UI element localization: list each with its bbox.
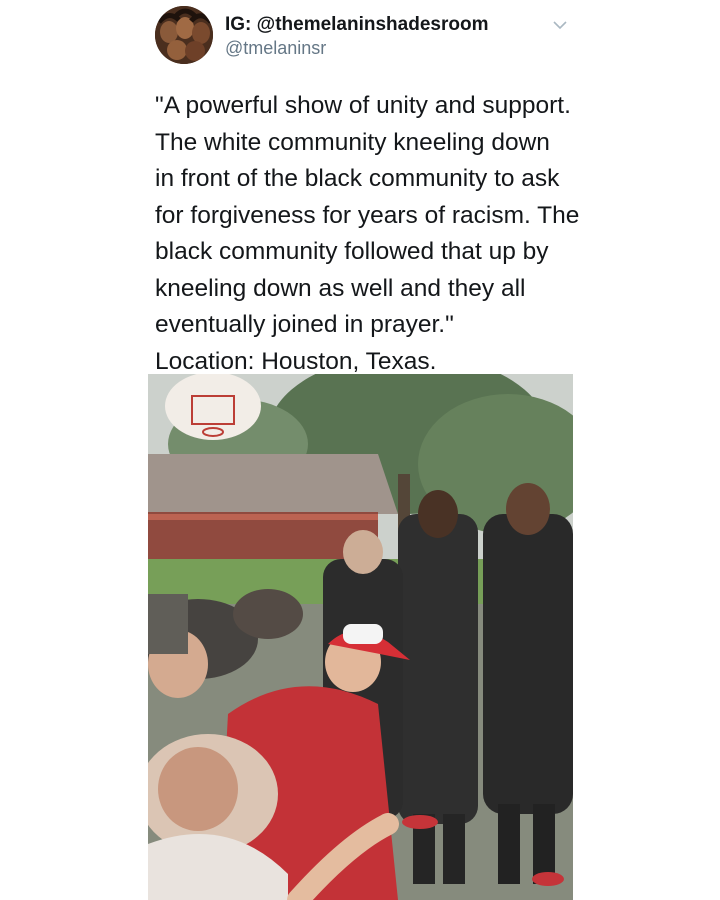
display-name[interactable]: IG: @themelaninshadesroom (225, 14, 488, 36)
tweet-header: IG: @themelaninshadesroom @tmelaninsr (155, 6, 575, 66)
tweet-card: IG: @themelaninshadesroom @tmelaninsr "A… (0, 0, 720, 900)
user-handle[interactable]: @tmelaninsr (225, 36, 488, 60)
avatar[interactable] (155, 6, 213, 64)
tweet-media-photo[interactable] (148, 374, 573, 900)
tweet-text-line: in front of the black community to ask (155, 165, 560, 192)
tweet-text-line: The white community kneeling down (155, 128, 550, 156)
tweet-text: "A powerful show of unity and support. T… (155, 88, 585, 380)
tweet-text-line: "A powerful show of unity and support. (155, 92, 571, 119)
photo-scene (148, 374, 573, 900)
chevron-down-icon[interactable] (551, 16, 569, 34)
tweet-text-line: kneeling down as well and they all (155, 274, 526, 302)
tweet-text-line: black community followed that up by (155, 238, 549, 265)
tweet-text-line: eventually joined in prayer." (155, 311, 454, 338)
tweet-text-line: for forgiveness for years of racism. The (155, 201, 580, 229)
author-names: IG: @themelaninshadesroom @tmelaninsr (225, 14, 488, 60)
